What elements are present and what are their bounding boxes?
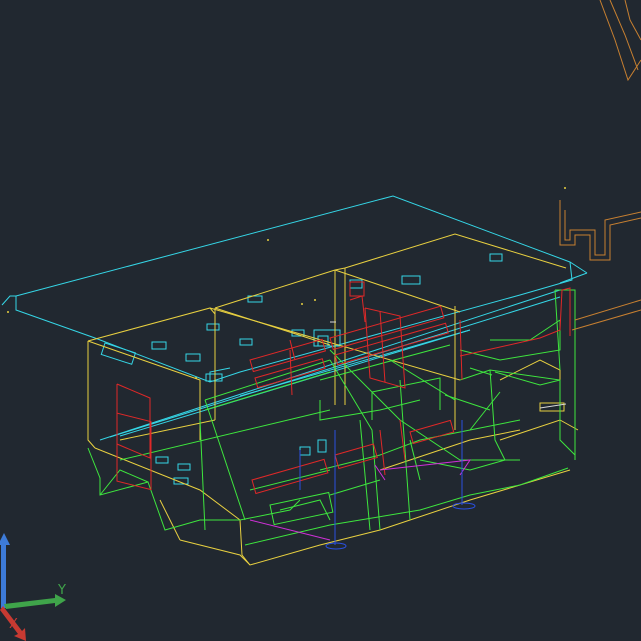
ucs-z-axis: [0, 533, 10, 608]
piping-magenta: [249, 459, 472, 541]
snap-points: [7, 187, 566, 379]
ducts-red: [116, 281, 571, 495]
ucs-y-axis: [4, 594, 66, 609]
external-structure-orange: [559, 0, 641, 331]
ucs-x-label: X: [9, 617, 18, 632]
supports-blue: [299, 420, 476, 550]
wireframe-drawing[interactable]: Y X: [0, 0, 641, 641]
base-structure-green: [87, 289, 576, 546]
cad-model-viewport[interactable]: Y X: [0, 0, 641, 641]
ucs-icon: Y X: [0, 533, 66, 641]
ucs-y-label: Y: [57, 583, 66, 598]
frame-outline-yellow: [87, 233, 579, 566]
